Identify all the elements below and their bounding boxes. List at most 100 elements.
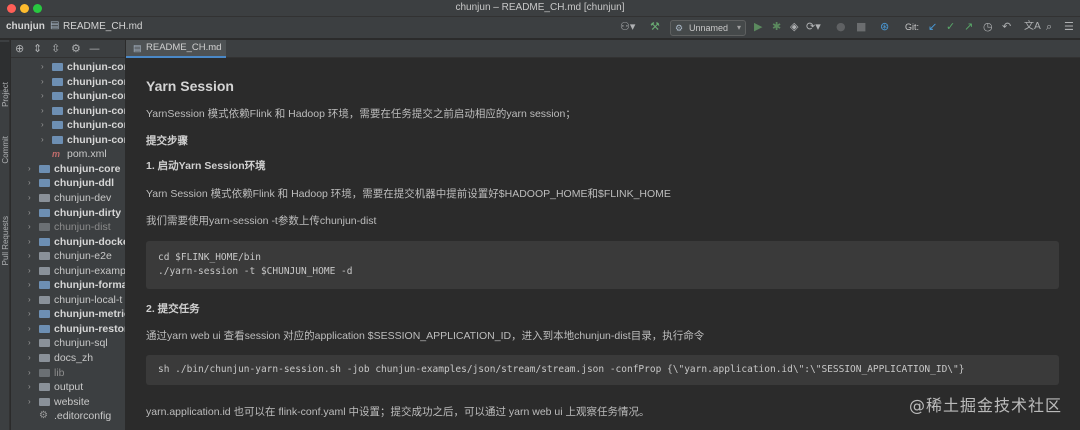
- expand-all-icon[interactable]: ⇳: [51, 42, 60, 56]
- settings-gear-icon[interactable]: ⚙: [71, 42, 81, 56]
- chevron-right-icon[interactable]: ›: [28, 249, 31, 263]
- menu-icon[interactable]: ☰: [1064, 20, 1074, 34]
- select-opened-file-icon[interactable]: ⊕: [15, 42, 24, 56]
- chevron-right-icon[interactable]: ›: [28, 162, 31, 176]
- tree-item[interactable]: › chunjun-con: [11, 60, 125, 75]
- tree-item[interactable]: › chunjun-examp: [11, 264, 125, 279]
- tree-item[interactable]: › chunjun-forma: [11, 278, 125, 293]
- chevron-right-icon[interactable]: ›: [41, 60, 44, 74]
- tree-item[interactable]: › chunjun-e2e: [11, 249, 125, 264]
- tree-item[interactable]: › chunjun-con: [11, 89, 125, 104]
- search-everywhere-icon[interactable]: ⊛: [880, 20, 889, 34]
- tree-item[interactable]: › chunjun-docke: [11, 235, 125, 250]
- tree-item[interactable]: › chunjun-dev: [11, 191, 125, 206]
- tree-item-label: chunjun-con: [67, 61, 125, 73]
- chevron-right-icon[interactable]: ›: [28, 293, 31, 307]
- chevron-right-icon[interactable]: ›: [41, 89, 44, 103]
- chevron-right-icon[interactable]: ›: [41, 118, 44, 132]
- chevron-right-icon[interactable]: ›: [41, 104, 44, 118]
- build-hammer-icon[interactable]: ⚒: [650, 20, 660, 34]
- coverage-icon[interactable]: ◈: [790, 20, 798, 34]
- step1-heading: 1. 启动Yarn Session环境: [146, 160, 266, 172]
- chevron-right-icon[interactable]: ›: [28, 264, 31, 278]
- config-file-icon: ⚙: [39, 410, 48, 422]
- breadcrumb-project[interactable]: chunjun: [6, 21, 45, 32]
- stop-all-icon[interactable]: ■: [856, 20, 866, 34]
- chevron-right-icon[interactable]: ›: [28, 380, 31, 394]
- step2-heading: 2. 提交任务: [146, 303, 200, 315]
- breadcrumb-file[interactable]: README_CH.md: [63, 21, 142, 32]
- chevron-right-icon[interactable]: ›: [28, 220, 31, 234]
- tree-item[interactable]: › chunjun-con: [11, 104, 125, 119]
- tree-item[interactable]: ⚙ .editorconfig: [11, 409, 125, 424]
- tree-item-label: chunjun-con: [67, 119, 125, 132]
- run-icon[interactable]: ▶: [754, 20, 762, 34]
- module-folder-icon: [52, 77, 63, 86]
- chevron-right-icon[interactable]: ›: [28, 351, 31, 365]
- tree-item-label: website: [54, 395, 90, 408]
- debug-icon[interactable]: ✱: [772, 20, 781, 34]
- chevron-right-icon[interactable]: ›: [28, 191, 31, 205]
- tree-item[interactable]: › lib: [11, 366, 125, 381]
- tree-item[interactable]: › output: [11, 380, 125, 395]
- git-commit-icon[interactable]: ✓: [946, 20, 955, 34]
- chevron-right-icon[interactable]: ›: [28, 336, 31, 350]
- code-line: sh ./bin/chunjun-yarn-session.sh -job ch…: [158, 364, 965, 375]
- rollback-icon[interactable]: ↶: [1002, 20, 1011, 34]
- profile-icon[interactable]: ⟳▾: [806, 20, 821, 34]
- tree-item-label: chunjun-ddl: [54, 177, 115, 190]
- module-folder-icon: [39, 281, 50, 290]
- tree-item[interactable]: › website: [11, 395, 125, 410]
- chevron-right-icon[interactable]: ›: [28, 176, 31, 190]
- tree-item[interactable]: › chunjun-dist: [11, 220, 125, 235]
- chevron-right-icon[interactable]: ›: [28, 307, 31, 321]
- chevron-right-icon[interactable]: ›: [41, 75, 44, 89]
- chevron-right-icon[interactable]: ›: [28, 278, 31, 292]
- user-menu-icon[interactable]: ⚇▾: [620, 20, 635, 34]
- tree-item-label: chunjun-con: [67, 104, 125, 117]
- tree-item-label: chunjun-con: [67, 90, 125, 103]
- chevron-right-icon[interactable]: ›: [41, 133, 44, 147]
- run-config-label: Unnamed: [689, 23, 729, 33]
- tree-item-label: chunjun-metric: [54, 308, 125, 321]
- chevron-right-icon[interactable]: ›: [28, 366, 31, 380]
- tree-item[interactable]: m pom.xml: [11, 147, 125, 162]
- tree-item[interactable]: › chunjun-sql: [11, 336, 125, 351]
- tree-item[interactable]: › chunjun-local-t: [11, 293, 125, 308]
- project-tool-tab[interactable]: Project: [0, 42, 10, 107]
- chevron-right-icon[interactable]: ›: [28, 322, 31, 336]
- tree-item[interactable]: › chunjun-metric: [11, 307, 125, 322]
- collapse-all-icon[interactable]: ⇕: [33, 42, 42, 56]
- tree-item[interactable]: › chunjun-ddl: [11, 176, 125, 191]
- translate-icon[interactable]: 文A: [1024, 20, 1041, 34]
- module-folder-icon: [39, 324, 50, 333]
- run-config-select[interactable]: ⚙ Unnamed ▾: [670, 20, 746, 36]
- markdown-preview[interactable]: Yarn Session YarnSession 模式依赖Flink 和 Had…: [126, 59, 1080, 430]
- git-push-icon[interactable]: ↗: [964, 20, 973, 34]
- tree-item-label: chunjun-dirty: [54, 206, 122, 219]
- stop-icon[interactable]: ●: [836, 20, 846, 34]
- chevron-right-icon[interactable]: ›: [28, 235, 31, 249]
- tab-readme-ch[interactable]: ▤ README_CH.md ×: [126, 40, 226, 58]
- chevron-right-icon[interactable]: ›: [28, 206, 31, 220]
- close-icon[interactable]: ×: [213, 40, 218, 56]
- tree-item[interactable]: › chunjun-con: [11, 118, 125, 133]
- tree-item[interactable]: › chunjun-dirty: [11, 206, 125, 221]
- tree-item[interactable]: › chunjun-restor: [11, 322, 125, 337]
- tree-item[interactable]: › chunjun-con: [11, 75, 125, 90]
- tree-item[interactable]: › chunjun-con: [11, 133, 125, 148]
- chevron-right-icon[interactable]: ›: [28, 395, 31, 409]
- pull-requests-tool-tab[interactable]: Pull Requests: [0, 152, 10, 265]
- code-block-2[interactable]: sh ./bin/chunjun-yarn-session.sh -job ch…: [146, 355, 1059, 385]
- module-folder-icon: [39, 179, 50, 188]
- settings-search-icon[interactable]: ⌕: [1046, 20, 1052, 34]
- git-update-icon[interactable]: ↙: [928, 20, 937, 34]
- tree-item[interactable]: › chunjun-core: [11, 162, 125, 177]
- tree-item-label: chunjun-docke: [54, 235, 125, 248]
- navigation-bar: chunjun ▤ README_CH.md ⚇▾ ⚒ ⚙ Unnamed ▾ …: [0, 17, 1080, 39]
- history-icon[interactable]: ◷: [983, 20, 993, 34]
- commit-tool-tab[interactable]: Commit: [0, 98, 10, 164]
- hide-panel-icon[interactable]: —: [89, 42, 100, 56]
- code-block-1[interactable]: cd $FLINK_HOME/bin ./yarn-session -t $CH…: [146, 241, 1059, 289]
- tree-item[interactable]: › docs_zh: [11, 351, 125, 366]
